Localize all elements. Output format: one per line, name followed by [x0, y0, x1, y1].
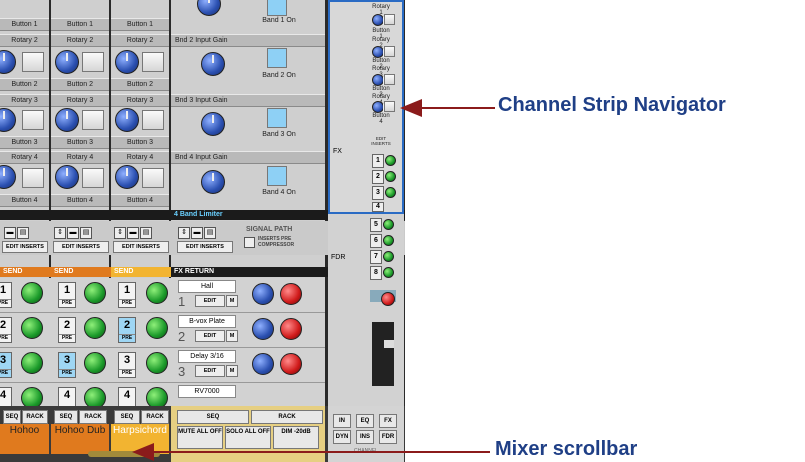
scrollbar-arrow-head — [132, 443, 154, 461]
mixer-scrollbar-callout: Mixer scrollbar — [495, 438, 638, 460]
callout-arrows — [132, 99, 495, 461]
channel-strip-navigator-callout: Channel Strip Navigator — [498, 94, 726, 116]
navigator-arrow-head — [400, 99, 422, 117]
